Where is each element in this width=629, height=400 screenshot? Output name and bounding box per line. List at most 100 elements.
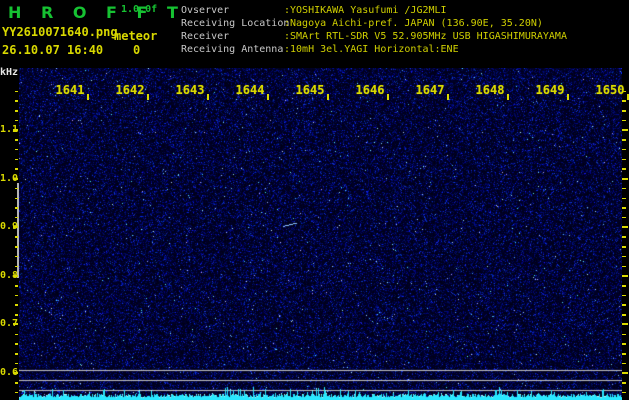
station-row: Receiving Antenna:10mH 3el.YAGI Horizont… [181, 45, 459, 55]
time-minute-tick [207, 94, 209, 100]
freq-major-tick-right [622, 274, 628, 277]
time-tick-label: 1648 [475, 83, 505, 97]
freq-minor-tick [15, 246, 18, 248]
freq-minor-tick [15, 304, 18, 306]
freq-minor-tick-right [622, 110, 626, 112]
freq-minor-tick-right [622, 100, 626, 102]
time-tick-label: 1645 [295, 83, 325, 97]
freq-tick-label: 1.1 [0, 124, 19, 135]
freq-minor-tick [15, 110, 18, 112]
freq-minor-tick-right [622, 353, 626, 355]
freq-minor-tick-right [622, 187, 626, 190]
spectrogram-canvas [19, 68, 622, 400]
freq-minor-tick-right [622, 216, 626, 219]
freq-minor-tick [15, 343, 18, 345]
time-minute-tick [567, 94, 569, 100]
freq-minor-tick [15, 187, 18, 190]
time-tick-label: 1650 [595, 83, 625, 97]
freq-minor-tick [15, 197, 18, 200]
meteor-count: 0 [133, 43, 141, 57]
freq-minor-tick [15, 168, 18, 170]
time-minute-tick [387, 94, 389, 100]
freq-major-tick-right [622, 226, 628, 229]
time-minute-tick [507, 94, 509, 100]
freq-minor-tick-right [622, 265, 626, 268]
freq-minor-tick [15, 100, 18, 102]
station-label: Ovserver [181, 5, 230, 16]
time-minute-tick [327, 94, 329, 100]
output-filename: YY2610071640.png [2, 25, 118, 39]
time-tick-label: 1649 [535, 83, 565, 97]
station-row: Receiver :SMArt RTL-SDR V5 52.905MHz USB … [181, 32, 567, 42]
freq-tick-label: 0.9 [0, 221, 19, 233]
freq-major-tick [13, 226, 18, 229]
freq-major-tick [13, 177, 18, 180]
station-label: Receiver [181, 31, 230, 42]
freq-major-tick [13, 323, 18, 326]
freq-major-tick [13, 129, 18, 131]
time-tick-label: 1642 [115, 83, 145, 97]
hrofft-window: H R O F F T 1.0.0f YY2610071640.png mete… [0, 0, 629, 400]
freq-minor-tick [15, 255, 18, 258]
freq-minor-tick-right [622, 382, 626, 384]
freq-tick-label: 0.8 [0, 269, 19, 281]
freq-minor-tick [15, 333, 18, 336]
station-label: Receiving Antenna [181, 44, 284, 55]
station-row: Receiving Location:Nagoya Aichi-pref. JA… [181, 19, 543, 29]
freq-major-tick-right [622, 323, 628, 326]
freq-minor-tick [15, 294, 18, 297]
freq-minor-tick-right [622, 333, 626, 336]
freq-tick-label: 0.6 [0, 367, 19, 378]
freq-minor-tick [15, 158, 18, 161]
freq-minor-tick-right [622, 197, 626, 200]
freq-minor-tick [15, 314, 18, 316]
time-tick-label: 1643 [175, 83, 205, 97]
freq-minor-tick-right [622, 285, 626, 287]
freq-minor-tick [15, 90, 18, 93]
time-minute-tick [267, 94, 269, 100]
freq-minor-tick-right [622, 255, 626, 258]
app-title: H R O F F T [8, 3, 185, 22]
freq-minor-tick [15, 119, 18, 122]
time-tick-label: 1646 [355, 83, 385, 97]
station-value: :10mH 3el.YAGI Horizontal:ENE [284, 44, 459, 55]
datetime-label: 26.10.07 16:40 [2, 43, 104, 57]
freq-major-tick-right [622, 129, 628, 131]
freq-minor-tick-right [622, 158, 626, 161]
time-minute-tick [87, 94, 89, 100]
freq-minor-tick [15, 285, 18, 287]
freq-minor-tick-right [622, 168, 626, 170]
station-label: Receiving Location [181, 18, 290, 29]
freq-tick-label: 1.0 [0, 172, 19, 184]
station-value: :YOSHIKAWA Yasufumi /JG2MLI [284, 5, 447, 16]
freq-minor-tick-right [622, 362, 626, 365]
freq-minor-tick-right [622, 148, 626, 151]
app-version: 1.0.0f [121, 4, 158, 15]
freq-minor-tick [15, 265, 18, 268]
freq-minor-tick-right [622, 236, 626, 238]
freq-major-tick [13, 274, 18, 277]
station-value: :SMArt RTL-SDR V5 52.905MHz USB HIGASHIM… [284, 31, 567, 42]
time-tick-label: 1647 [415, 83, 445, 97]
freq-minor-tick-right [622, 119, 626, 122]
freq-major-tick-right [622, 372, 628, 374]
freq-minor-tick [15, 391, 18, 394]
freq-minor-tick [15, 362, 18, 365]
station-row: Ovserver :YOSHIKAWA Yasufumi /JG2MLI [181, 6, 447, 16]
station-value: :Nagoya Aichi-pref. JAPAN (136.90E, 35.2… [284, 18, 543, 29]
time-tick-label: 1641 [55, 83, 85, 97]
freq-major-tick-right [622, 177, 628, 180]
freq-minor-tick [15, 207, 18, 209]
freq-minor-tick [15, 353, 18, 355]
time-minute-tick [447, 94, 449, 100]
freq-minor-tick-right [622, 139, 626, 141]
freq-minor-tick [15, 139, 18, 141]
freq-minor-tick-right [622, 294, 626, 297]
time-tick-label: 1644 [235, 83, 265, 97]
mode-label: meteor [114, 29, 158, 43]
freq-tick-label: 0.7 [0, 318, 19, 330]
freq-minor-tick-right [622, 391, 626, 394]
freq-minor-tick-right [622, 343, 626, 345]
freq-minor-tick [15, 148, 18, 151]
freq-major-tick [13, 372, 18, 374]
